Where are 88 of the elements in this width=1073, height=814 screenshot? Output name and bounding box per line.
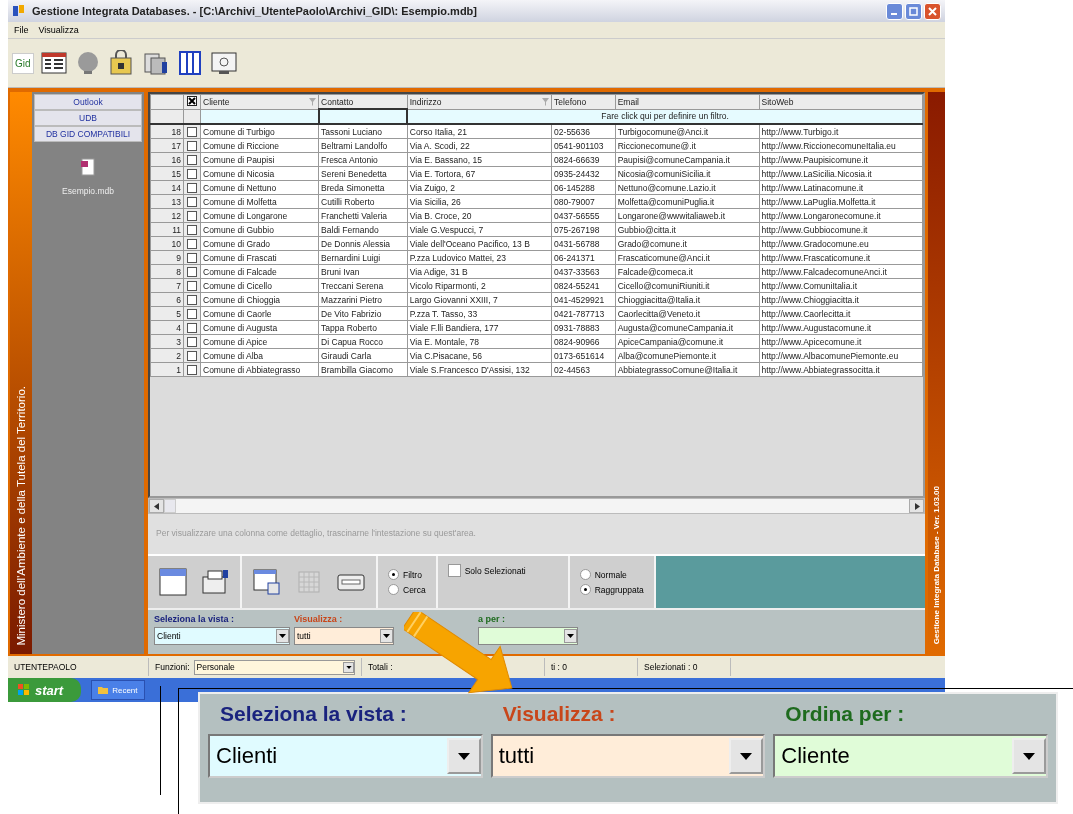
row-checkbox[interactable] <box>187 168 197 179</box>
maximize-icon[interactable] <box>909 6 918 16</box>
radio-button[interactable] <box>388 584 399 595</box>
window-icon[interactable] <box>158 567 188 597</box>
selector-label: Seleziona la vista : <box>154 614 236 624</box>
select-all-icon[interactable] <box>187 95 197 106</box>
column-header[interactable]: Indirizzo <box>407 94 552 109</box>
start-button[interactable]: start <box>8 678 82 702</box>
table-cell: Comune di Turbigo <box>200 124 319 139</box>
radio-button[interactable] <box>388 569 399 580</box>
row-checkbox[interactable] <box>187 154 197 165</box>
close-icon[interactable] <box>928 6 937 16</box>
row-checkbox[interactable] <box>187 294 197 305</box>
group-hint: Per visualizzare una colonna come dettaglio, trascinarne l'intestazione su quest'area. <box>156 528 476 538</box>
dropdown[interactable]: Cliente <box>773 734 1048 778</box>
radio-label[interactable]: Raggruppata <box>594 584 644 595</box>
dropdown[interactable]: Clienti <box>154 627 290 645</box>
monitor-icon[interactable] <box>209 50 238 76</box>
row-checkbox[interactable] <box>187 224 197 235</box>
dropdown[interactable]: tutti <box>294 627 394 645</box>
right-arrow-icon[interactable] <box>913 502 920 510</box>
menu-item[interactable]: File <box>14 25 29 35</box>
row-checkbox[interactable] <box>187 364 197 375</box>
dropdown-caret-icon[interactable] <box>564 629 577 643</box>
sidebar-tab[interactable]: UDB <box>34 110 142 126</box>
scroll-thumb[interactable] <box>164 499 176 513</box>
column-header[interactable]: Telefono <box>551 94 616 109</box>
gid-logo[interactable]: Gid <box>12 52 34 74</box>
row-checkbox[interactable] <box>187 210 197 221</box>
row-checkbox[interactable] <box>187 322 197 333</box>
row-checkbox[interactable] <box>187 182 197 193</box>
banner-text: Ministero dell'Ambiente e della Tutela del Territorio. <box>15 386 27 646</box>
close-button[interactable] <box>924 2 941 20</box>
row-checkbox[interactable] <box>187 140 197 151</box>
radio-button[interactable] <box>579 569 591 580</box>
selector-label: Seleziona la vista : <box>219 702 408 726</box>
selector-label: a per : <box>478 614 506 624</box>
dropdown-caret-icon[interactable] <box>343 661 354 673</box>
row-checkbox[interactable] <box>187 238 197 249</box>
checkbox[interactable] <box>447 564 461 577</box>
scroll-right-button[interactable] <box>909 499 924 513</box>
horizontal-scrollbar[interactable] <box>148 498 925 514</box>
version-text: Gestione Integrata Database - Ver. 1.03.00 <box>932 485 941 644</box>
row-checkbox[interactable] <box>187 350 197 361</box>
row-checkbox[interactable] <box>187 126 197 137</box>
radio-button[interactable] <box>579 584 591 595</box>
radio-label[interactable]: Normale <box>594 569 627 580</box>
status-item: ti : 0 <box>545 658 638 676</box>
filter-field[interactable] <box>318 109 408 124</box>
checkbox-label[interactable]: Solo Selezionati <box>464 565 526 576</box>
functions-dropdown[interactable]: Personale <box>193 659 355 675</box>
table-export-icon[interactable] <box>252 567 282 597</box>
sidebar-tab[interactable]: DB GID COMPATIBILI <box>34 126 142 142</box>
dropdown-caret-icon[interactable] <box>276 629 289 643</box>
dropdown[interactable]: Clienti <box>208 734 483 778</box>
row-number: 18 <box>150 124 184 139</box>
document-stack-icon[interactable] <box>141 50 170 76</box>
row-checkbox[interactable] <box>187 308 197 319</box>
dropdown[interactable]: tutti <box>490 734 766 778</box>
minimize-button[interactable] <box>886 2 903 20</box>
row-checkbox[interactable] <box>187 280 197 291</box>
column-header[interactable]: SitoWeb <box>759 94 923 109</box>
radio-label[interactable]: Filtro <box>403 569 422 580</box>
left-arrow-icon[interactable] <box>153 502 160 510</box>
form-icon[interactable] <box>39 50 68 76</box>
printer-icon[interactable] <box>200 567 230 597</box>
scroll-left-button[interactable] <box>149 499 164 513</box>
document-icon[interactable] <box>80 158 96 176</box>
app-icon <box>12 4 26 18</box>
functions-label: Funzioni: <box>155 662 190 672</box>
dropdown-caret-icon[interactable] <box>380 629 393 643</box>
window-title: Gestione Integrata Databases. - [C:\Archivi_UtentePaolo\Archivi_GID\: Esempio.mdb] <box>32 5 478 17</box>
maximize-button[interactable] <box>905 2 922 20</box>
row-checkbox[interactable] <box>187 336 197 347</box>
selector-label: Visualizza : <box>294 614 344 624</box>
taskbar-button[interactable]: Recent <box>91 680 145 700</box>
radio-label[interactable]: Cerca <box>403 584 426 595</box>
column-header[interactable]: Email <box>615 94 760 109</box>
selector-label: Visualizza : <box>501 702 617 726</box>
status-item: Selezionati : 0 <box>638 658 731 676</box>
column-header[interactable]: Cliente <box>200 94 319 109</box>
sidebar-tab[interactable]: Outlook <box>34 94 142 110</box>
row-checkbox[interactable] <box>187 196 197 207</box>
row-checkbox[interactable] <box>187 266 197 277</box>
row-checkbox[interactable] <box>187 252 197 263</box>
menu-item[interactable]: Visualizza <box>38 25 79 35</box>
status-user: UTENTEPAOLO <box>8 658 149 676</box>
selector-label: Ordina per : <box>784 702 906 726</box>
